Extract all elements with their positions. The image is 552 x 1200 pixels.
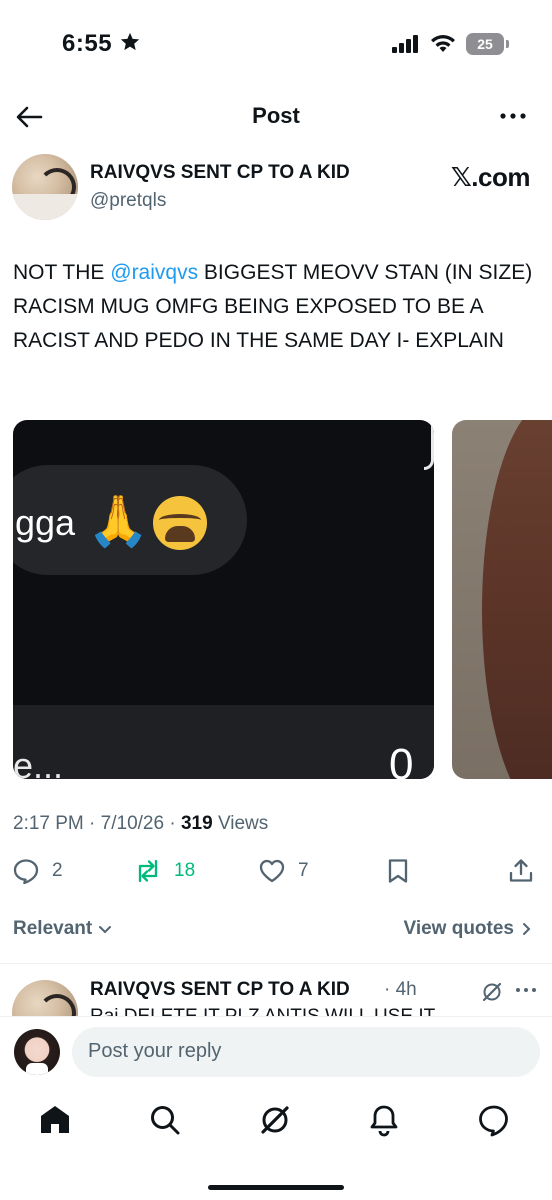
reply-input[interactable]: Post your reply: [72, 1027, 540, 1077]
repost-icon: [138, 859, 158, 883]
more-options-icon[interactable]: [498, 104, 528, 128]
reply-input-placeholder: Post your reply: [88, 1040, 222, 1062]
post-text-start: NOT THE: [13, 261, 111, 284]
post-date: 7/10/26: [100, 813, 165, 834]
like-count: 7: [298, 860, 309, 881]
share-icon: [509, 859, 533, 882]
reply-more-icon[interactable]: [514, 983, 538, 997]
post-time: 2:17 PM: [13, 813, 84, 834]
wifi-icon: [431, 35, 455, 52]
author-handle[interactable]: @pretqls: [90, 190, 166, 212]
like-button[interactable]: 7: [258, 857, 309, 885]
bell-icon: [370, 1105, 398, 1137]
battery-icon: 25: [466, 33, 509, 55]
repost-button[interactable]: 18: [134, 857, 195, 885]
replies-sort-row: Relevant View quotes: [0, 912, 552, 948]
crying-face-emoji-icon: [153, 496, 207, 550]
bookmark-button[interactable]: [384, 857, 412, 885]
relevant-sort-dropdown[interactable]: Relevant: [13, 918, 114, 940]
status-time-text: 6:55: [62, 30, 113, 57]
reply-icon: [13, 859, 39, 885]
post-text: NOT THE @raivqvs BIGGEST MEOVV STAN (IN …: [13, 256, 543, 358]
media-image-screenshot[interactable]: gga 🙏 e... 0: [13, 420, 434, 779]
tab-messages[interactable]: [476, 1102, 512, 1138]
status-time: 6:55: [62, 30, 141, 58]
chat-input-right-glyph: 0: [389, 740, 414, 779]
share-button[interactable]: [507, 857, 535, 885]
reply-button[interactable]: 2: [12, 857, 63, 885]
tab-home[interactable]: [37, 1102, 73, 1138]
views-label: Views: [217, 813, 269, 834]
cellular-signal-icon: [392, 35, 418, 53]
chat-input-bar: [13, 705, 434, 779]
bottom-tab-bar: [0, 1092, 552, 1152]
reply-count: 2: [52, 860, 63, 881]
grok-icon[interactable]: [480, 980, 504, 1004]
heart-icon: [259, 859, 285, 883]
post-author: RAIVQVS SENT CP TO A KID @pretqls 𝕏.com: [0, 152, 552, 224]
meta-separator-2: ·: [169, 813, 176, 834]
page-title: Post: [252, 103, 300, 128]
battery-level: 25: [477, 36, 493, 52]
current-user-avatar[interactable]: [14, 1029, 60, 1075]
chat-bubble-text: gga: [15, 502, 76, 543]
author-display-name[interactable]: RAIVQVS SENT CP TO A KID: [90, 162, 350, 184]
home-indicator: [208, 1185, 344, 1190]
reply-timestamp: · 4h: [384, 979, 417, 1000]
star-icon: [121, 32, 140, 51]
meta-separator: ·: [89, 813, 96, 834]
chevron-down-icon: [99, 926, 112, 934]
search-icon: [151, 1106, 180, 1135]
grok-icon: [261, 1106, 289, 1134]
tab-search[interactable]: [147, 1102, 183, 1138]
tab-notifications[interactable]: [366, 1102, 402, 1138]
post-media: gga 🙏 e... 0: [13, 420, 552, 779]
mention-link[interactable]: @raivqvs: [110, 261, 198, 284]
media-image-photo[interactable]: [452, 420, 552, 779]
status-icons: 25: [392, 33, 509, 55]
bookmark-icon: [388, 859, 408, 883]
reply-compose-bar: Post your reply: [0, 1016, 552, 1092]
author-avatar[interactable]: [12, 154, 78, 220]
sort-label: Relevant: [13, 918, 93, 939]
views-count: 319: [180, 813, 213, 834]
chat-bubble-icon: [479, 1105, 508, 1137]
view-quotes-link[interactable]: View quotes: [403, 918, 534, 940]
praying-hands-emoji-icon: 🙏: [87, 493, 150, 549]
post-header: Post: [0, 90, 552, 142]
media-frame-edge: [424, 422, 434, 470]
chevron-right-icon: [523, 923, 531, 935]
x-watermark: 𝕏.com: [450, 162, 531, 192]
reply-display-name[interactable]: RAIVQVS SENT CP TO A KID: [90, 979, 350, 1001]
post-actions: 2 18 7: [0, 852, 552, 894]
view-quotes-label: View quotes: [403, 918, 514, 939]
reply-avatar[interactable]: [12, 980, 78, 1016]
post-meta: 2:17 PM · 7/10/26 · 319 Views: [13, 813, 268, 835]
repost-count: 18: [174, 860, 196, 881]
tab-grok[interactable]: [257, 1102, 293, 1138]
reply-item[interactable]: RAIVQVS SENT CP TO A KID · 4h Rai DELETE…: [0, 964, 552, 1016]
home-icon: [41, 1106, 69, 1133]
chat-input-text: e...: [13, 745, 64, 779]
reply-text: Rai DELETE IT PLZ ANTIS WILL USE IT: [90, 1006, 435, 1016]
status-bar: 6:55 25: [0, 0, 552, 90]
